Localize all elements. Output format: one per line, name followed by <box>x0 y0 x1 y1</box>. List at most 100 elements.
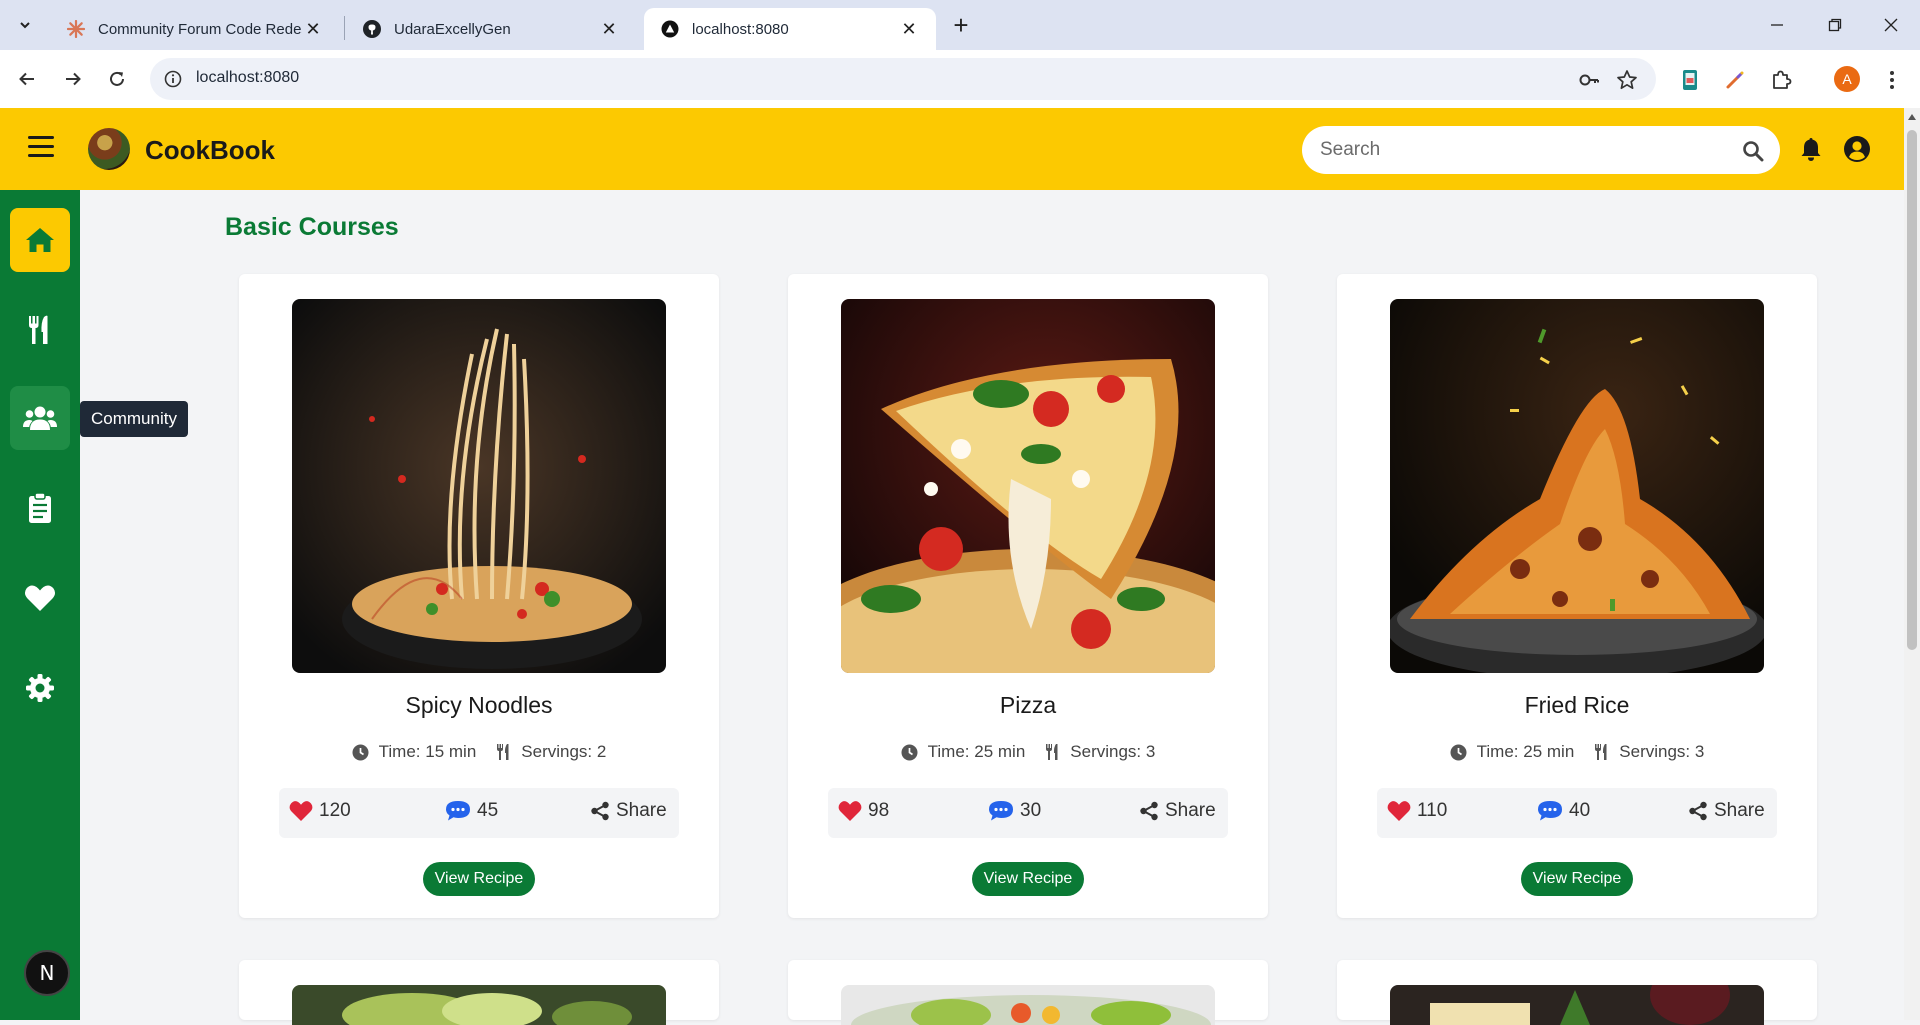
password-key-icon[interactable] <box>1576 67 1602 93</box>
back-button[interactable] <box>10 62 44 96</box>
like-button[interactable]: 98 <box>838 800 889 822</box>
recipe-image-bowl[interactable] <box>841 985 1215 1025</box>
bell-icon[interactable] <box>1797 135 1825 163</box>
hamburger-menu-icon[interactable] <box>28 136 56 162</box>
vercel-triangle-icon <box>660 19 680 39</box>
sidebar-item-favorites[interactable] <box>10 566 70 630</box>
recipe-card-partial <box>239 960 719 1025</box>
window-close-button[interactable] <box>1862 0 1920 50</box>
utensils-icon <box>497 744 509 760</box>
recipe-card: Pizza Time: 25 min Servings: 3 98 30 Sha… <box>788 274 1268 918</box>
address-bar[interactable]: localhost:8080 <box>150 58 1656 100</box>
tab-title: localhost:8080 <box>692 20 789 38</box>
recipe-image-salad[interactable] <box>292 985 666 1025</box>
recipe-name: Spicy Noodles <box>405 692 553 718</box>
recipe-actions: 98 30 Share <box>828 788 1228 838</box>
minimize-icon <box>1771 24 1783 26</box>
sidebar-item-planner[interactable] <box>10 476 70 540</box>
url-text[interactable]: localhost:8080 <box>196 69 299 87</box>
search-input[interactable] <box>1320 126 1720 174</box>
sidebar-item-settings[interactable] <box>10 656 70 720</box>
comment-button[interactable]: 40 <box>1537 800 1590 822</box>
recipe-servings: Servings: 3 <box>1619 742 1705 761</box>
comment-button[interactable]: 45 <box>445 800 498 822</box>
bookmark-star-icon[interactable] <box>1614 67 1640 93</box>
recipe-meta: Time: 25 min Servings: 3 <box>788 742 1268 762</box>
close-icon[interactable]: ✕ <box>898 18 920 40</box>
recipe-card: Spicy Noodles Time: 15 min Servings: 2 1… <box>239 274 719 918</box>
share-icon <box>591 801 609 821</box>
brand-name[interactable]: CookBook <box>145 135 275 166</box>
recipe-image-fried-rice[interactable] <box>1390 299 1764 673</box>
utensils-icon <box>29 315 48 344</box>
heart-icon <box>838 801 862 821</box>
like-button[interactable]: 120 <box>289 800 351 822</box>
browser-toolbar: localhost:8080 A <box>0 50 1920 108</box>
restore-icon <box>1828 18 1842 32</box>
recipe-name: Pizza <box>999 692 1057 718</box>
comment-button[interactable]: 30 <box>988 800 1041 822</box>
browser-tab[interactable]: UdaraExcellyGen ✕ <box>346 8 636 50</box>
tab-search-button[interactable] <box>8 9 42 41</box>
cookbook-logo[interactable] <box>88 128 130 170</box>
recipe-image-dessert[interactable] <box>1390 985 1764 1025</box>
view-recipe-button[interactable]: View Recipe <box>423 862 535 896</box>
share-button[interactable]: Share <box>590 800 667 822</box>
user-circle-icon[interactable] <box>1843 135 1871 163</box>
search-icon[interactable] <box>1742 140 1764 162</box>
search-box <box>1302 126 1780 174</box>
recipe-image-spicy-noodles[interactable] <box>292 299 666 673</box>
app-header: CookBook <box>0 108 1904 190</box>
arrow-left-icon <box>19 72 34 86</box>
new-tab-button[interactable]: + <box>944 9 978 41</box>
sidebar-item-recipes[interactable] <box>10 298 70 362</box>
page-scrollbar[interactable] <box>1904 108 1920 1020</box>
utensils-icon <box>1046 744 1058 760</box>
close-icon[interactable]: ✕ <box>302 18 324 40</box>
forward-button[interactable] <box>56 62 90 96</box>
clipboard-icon <box>29 492 51 523</box>
view-recipe-button[interactable]: View Recipe <box>1521 862 1633 896</box>
like-count: 120 <box>319 800 351 821</box>
extensions-puzzle-icon[interactable] <box>1765 64 1797 96</box>
comment-icon <box>1538 801 1562 821</box>
sidebar-item-community[interactable] <box>10 386 70 450</box>
view-recipe-button[interactable]: View Recipe <box>972 862 1084 896</box>
heart-icon <box>24 585 56 611</box>
extension-color-picker-icon[interactable] <box>1719 64 1751 96</box>
close-icon[interactable]: ✕ <box>598 18 620 40</box>
browser-tab-active[interactable]: localhost:8080 ✕ <box>644 8 936 50</box>
profile-avatar[interactable]: A <box>1834 66 1860 92</box>
scroll-up-icon[interactable] <box>1908 114 1916 120</box>
recipe-image-pizza[interactable] <box>841 299 1215 673</box>
share-button[interactable]: Share <box>1139 800 1216 822</box>
share-label: Share <box>616 800 667 821</box>
scrollbar-thumb[interactable] <box>1907 130 1917 650</box>
arrow-right-icon <box>66 72 81 86</box>
share-button[interactable]: Share <box>1688 800 1765 822</box>
site-info-icon[interactable] <box>160 66 186 92</box>
comment-count: 40 <box>1569 800 1591 821</box>
sidebar-item-home[interactable] <box>10 208 70 272</box>
github-icon <box>362 19 382 39</box>
chevron-down-icon <box>20 22 30 29</box>
clock-icon <box>1450 744 1467 760</box>
recipe-meta: Time: 25 min Servings: 3 <box>1337 742 1817 762</box>
clock-icon <box>352 744 369 760</box>
restore-button[interactable] <box>1806 0 1864 50</box>
comment-icon <box>989 801 1013 821</box>
like-button[interactable]: 110 <box>1387 800 1447 822</box>
tab-title: UdaraExcellyGen <box>394 20 511 38</box>
browser-tab[interactable]: Community Forum Code Redesi ✕ <box>50 8 340 50</box>
recipe-card-partial <box>788 960 1268 1025</box>
comment-count: 45 <box>477 800 499 821</box>
more-menu-icon[interactable] <box>1876 64 1908 96</box>
minimize-button[interactable] <box>1748 0 1806 50</box>
like-count: 98 <box>868 800 890 821</box>
heart-icon <box>1387 801 1411 821</box>
reload-button[interactable] <box>100 62 134 96</box>
extension-mobile-icon[interactable] <box>1674 64 1706 96</box>
nextjs-badge[interactable]: N <box>24 950 70 996</box>
recipe-time: Time: 25 min <box>1476 742 1575 761</box>
comment-icon <box>446 801 470 821</box>
